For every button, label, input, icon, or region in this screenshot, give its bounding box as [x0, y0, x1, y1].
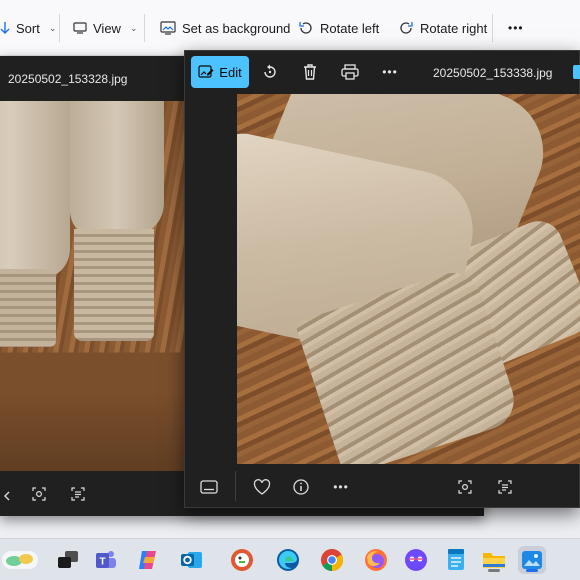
more-label: ••• [382, 65, 398, 79]
view-button[interactable]: View ⌄ [73, 17, 138, 39]
copy-text-icon[interactable] [66, 482, 90, 506]
chevron-down-icon: ⌄ [129, 22, 138, 33]
set-as-background-button[interactable]: Set as background [160, 17, 290, 39]
view-label: View [93, 20, 121, 36]
set-as-background-label: Set as background [182, 20, 291, 36]
edit-label: Edit [219, 64, 242, 80]
bottom-divider [235, 471, 236, 501]
duckduckgo-icon[interactable] [228, 546, 256, 574]
visual-search-icon[interactable] [453, 475, 477, 499]
delete-icon[interactable] [299, 61, 321, 83]
boots-photo-back [0, 101, 186, 471]
notepad-icon[interactable] [442, 546, 470, 574]
rotate-right-label: Rotate right [420, 20, 488, 36]
toolbar-divider [144, 14, 145, 42]
more-options-icon[interactable]: ••• [329, 475, 353, 499]
print-icon[interactable] [339, 61, 361, 83]
rotate-left-icon [298, 20, 314, 36]
running-indicator [488, 569, 500, 572]
edge-icon[interactable] [274, 546, 302, 574]
chrome-icon[interactable] [318, 546, 346, 574]
more-label: ••• [508, 21, 524, 35]
copilot-icon[interactable] [134, 546, 162, 574]
copy-text-icon[interactable] [493, 475, 517, 499]
app-icon-edge [573, 65, 580, 79]
edit-button[interactable]: Edit [191, 56, 249, 88]
rotate-left-label: Rotate left [320, 20, 380, 36]
photos-viewer-front-window[interactable]: Edit ••• 20250502_153338.jpg ••• [184, 50, 580, 508]
filmstrip-icon[interactable] [0, 484, 20, 508]
sort-button[interactable]: Sort ⌄ [0, 17, 56, 39]
sort-icon [0, 21, 10, 35]
photos-icon[interactable] [518, 546, 546, 574]
file-explorer-icon[interactable] [480, 546, 508, 574]
info-icon[interactable] [289, 475, 313, 499]
widgets-icon[interactable] [0, 546, 40, 574]
rotate-right-button[interactable]: Rotate right [398, 17, 487, 39]
more-options-button[interactable]: ••• [508, 17, 524, 39]
toolbar-divider [59, 14, 60, 42]
rotate-right-icon [398, 20, 414, 36]
rotate-icon[interactable] [259, 61, 281, 83]
proton-icon[interactable] [402, 546, 430, 574]
favorite-icon[interactable] [250, 475, 274, 499]
teams-icon[interactable]: T [92, 546, 120, 574]
chevron-down-icon: ⌄ [48, 22, 57, 33]
filmstrip-icon[interactable] [197, 475, 221, 499]
front-window-filename: 20250502_153338.jpg [433, 66, 553, 80]
view-icon [73, 22, 87, 34]
boot-right-shape [70, 101, 164, 237]
rotate-left-button[interactable]: Rotate left [298, 17, 379, 39]
photo-shadow [0, 391, 186, 471]
firefox-icon[interactable] [362, 546, 390, 574]
taskbar: T [0, 538, 580, 580]
boot-left-shape [0, 101, 70, 279]
back-window-filename: 20250502_153328.jpg [8, 72, 128, 86]
active-indicator [526, 569, 538, 572]
bottom-more-label: ••• [333, 480, 349, 494]
more-options-icon[interactable]: ••• [379, 61, 401, 83]
sort-label: Sort [16, 20, 40, 36]
edit-image-icon [198, 64, 214, 80]
task-view-icon[interactable] [54, 546, 82, 574]
heel-right-shape [74, 229, 154, 341]
boots-photo-front [237, 94, 580, 464]
explorer-toolbar: Sort ⌄ View ⌄ Set as background Rotate l… [0, 0, 580, 56]
svg-text:T: T [99, 557, 105, 568]
heel-left-shape [0, 269, 56, 347]
outlook-icon[interactable] [178, 546, 206, 574]
visual-search-icon[interactable] [27, 482, 51, 506]
wallpaper-icon [160, 21, 176, 35]
toolbar-divider [492, 14, 493, 42]
